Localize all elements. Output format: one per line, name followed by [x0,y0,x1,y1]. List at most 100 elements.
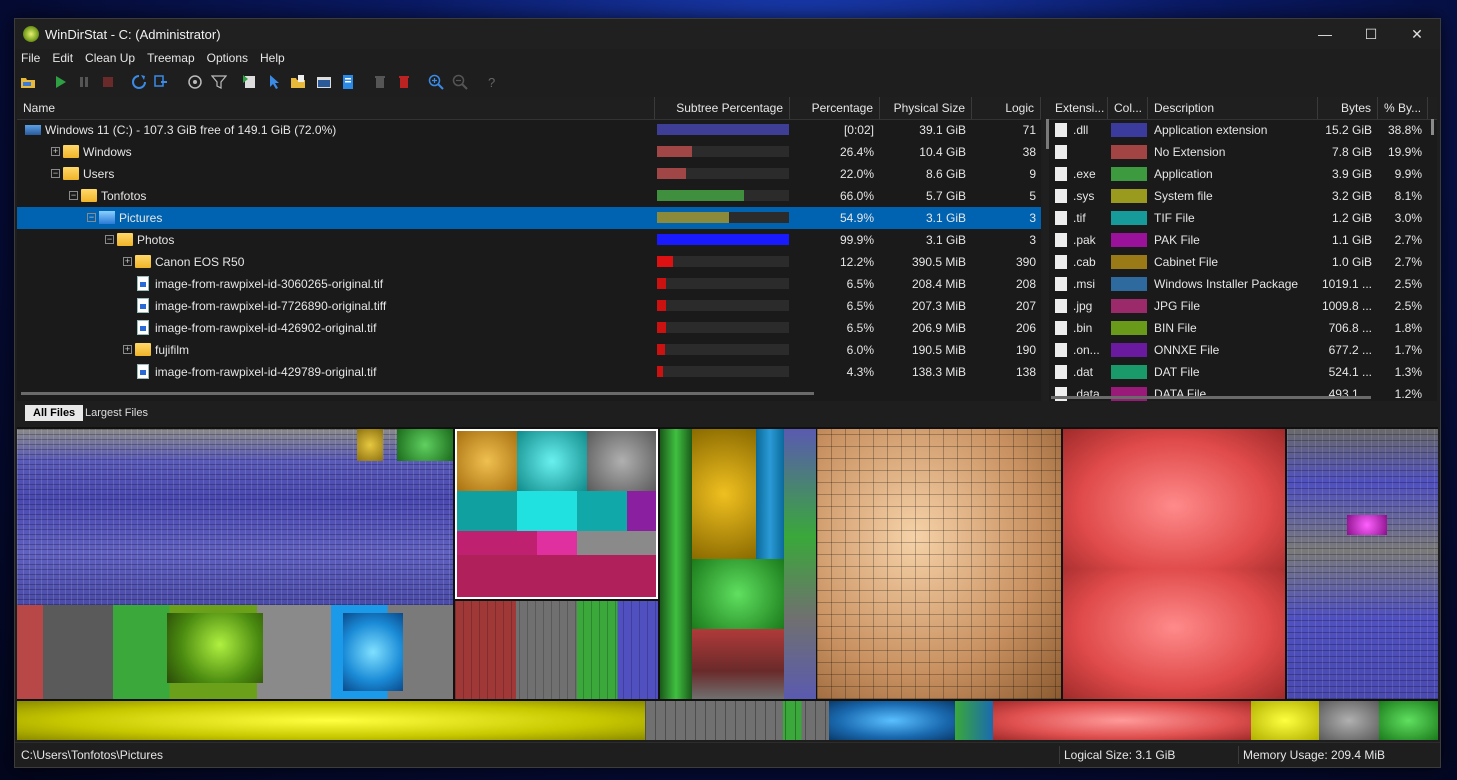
extension-row[interactable]: .exe Application 3.9 GiB 9.9% [1049,163,1429,185]
close-button[interactable]: ✕ [1394,19,1440,49]
expand-toggle-icon[interactable]: − [105,235,114,244]
explorer-icon[interactable] [290,74,306,90]
extension-row[interactable]: .msi Windows Installer Package 1019.1 ... 2… [1049,273,1429,295]
help-icon[interactable]: ? [484,74,500,90]
tree-row[interactable]: image-from-rawpixel-id-429789-original.t… [17,361,1041,383]
extension-row[interactable]: .dat DAT File 524.1 ... 1.3% [1049,361,1429,383]
title-bar[interactable]: WinDirStat - C: (Administrator) — ☐ ✕ [15,19,1440,49]
treemap-tile[interactable] [692,429,756,559]
treemap-block-beige-files[interactable] [817,429,1061,699]
treemap-tile[interactable] [397,429,453,461]
treemap-tile[interactable] [1063,569,1285,699]
delete-recycle-icon[interactable] [372,74,388,90]
column-name[interactable]: Name [17,97,655,119]
tree-row[interactable]: − Tonfotos 66.0% 5.7 GiB 5 [17,185,1041,207]
menu-help[interactable]: Help [254,49,291,65]
extension-row[interactable]: .on... ONNXE File 677.2 ... 1.7% [1049,339,1429,361]
column-subtree-percentage[interactable]: Subtree Percentage [655,97,790,119]
treemap-block-windows-system[interactable] [17,429,453,605]
extension-row[interactable]: .pak PAK File 1.1 GiB 2.7% [1049,229,1429,251]
extension-row[interactable]: .dll Application extension 15.2 GiB 38.8% [1049,119,1429,141]
extension-row[interactable]: .cab Cabinet File 1.0 GiB 2.7% [1049,251,1429,273]
treemap-tile[interactable] [829,701,955,740]
treemap-view[interactable] [17,427,1438,740]
treemap-tile[interactable] [993,701,1251,740]
treemap-block-right[interactable] [1287,429,1438,699]
expand-toggle-icon[interactable]: + [51,147,60,156]
open-icon[interactable] [20,74,36,90]
tree-row[interactable]: + fujifilm 6.0% 190.5 MiB 190 [17,339,1041,361]
column-color[interactable]: Col... [1108,97,1148,119]
treemap-block-no-extension[interactable] [1063,429,1285,569]
tab-largest-files[interactable]: Largest Files [77,405,156,421]
column-bytes[interactable]: Bytes [1318,97,1378,119]
extension-row[interactable]: .jpg JPG File 1009.8 ... 2.5% [1049,295,1429,317]
filter-icon[interactable] [211,74,227,90]
refresh-icon[interactable] [131,74,147,90]
treemap-tile[interactable] [784,429,816,699]
treemap-tile[interactable] [756,429,784,559]
tree-row[interactable]: − Photos 99.9% 3.1 GiB 3 [17,229,1041,251]
properties-icon[interactable] [340,74,356,90]
treemap-block-pictures-other[interactable] [455,601,658,699]
treemap-tile[interactable] [1347,515,1387,535]
menu-options[interactable]: Options [201,49,254,65]
select-icon[interactable] [266,74,282,90]
directory-tree[interactable]: Name Subtree Percentage Percentage Physi… [17,97,1041,401]
stop-icon[interactable] [100,74,116,90]
delete-icon[interactable] [396,74,412,90]
column-logical-size[interactable]: Logic [972,97,1041,119]
extension-row[interactable]: .sys System file 3.2 GiB 8.1% [1049,185,1429,207]
menu-edit[interactable]: Edit [46,49,79,65]
tree-row[interactable]: + Windows 26.4% 10.4 GiB 38 [17,141,1041,163]
zoom-out-icon[interactable] [452,74,468,90]
column-physical-size[interactable]: Physical Size [880,97,972,119]
treemap-tile[interactable] [660,429,692,699]
treemap-tile[interactable] [1379,701,1438,740]
tree-row[interactable]: image-from-rawpixel-id-426902-original.t… [17,317,1041,339]
treemap-tile[interactable] [343,613,403,691]
zoom-in-icon[interactable] [428,74,444,90]
extension-vertical-scrollbar[interactable] [1431,119,1434,135]
copy-path-icon[interactable] [242,74,258,90]
tree-row[interactable]: + Canon EOS R50 12.2% 390.5 MiB 390 [17,251,1041,273]
minimize-button[interactable]: — [1302,19,1348,49]
extension-row[interactable]: .bin BIN File 706.8 ... 1.8% [1049,317,1429,339]
treemap-tile[interactable] [1251,701,1319,740]
play-icon[interactable] [52,74,68,90]
maximize-button[interactable]: ☐ [1348,19,1394,49]
expand-toggle-icon[interactable]: + [123,257,132,266]
extension-list[interactable]: Extensi... Col... Description Bytes % By… [1049,97,1437,401]
tab-all-files[interactable]: All Files [25,405,84,421]
refresh-selected-icon[interactable] [153,74,169,90]
tree-row[interactable]: Windows 11 (C:) - 107.3 GiB free of 149.… [17,119,1041,141]
tree-row[interactable]: image-from-rawpixel-id-3060265-original.… [17,273,1041,295]
treemap-tile[interactable] [1319,701,1379,740]
tree-row[interactable]: image-from-rawpixel-id-7726890-original.… [17,295,1041,317]
treemap-tile[interactable] [692,629,784,699]
expand-toggle-icon[interactable]: − [51,169,60,178]
tree-horizontal-scrollbar[interactable] [17,387,1039,399]
expand-toggle-icon[interactable]: + [123,345,132,354]
treemap-tile[interactable] [167,613,263,683]
treemap-tile[interactable] [692,559,784,629]
column-percent-bytes[interactable]: % By... [1378,97,1428,119]
pause-icon[interactable] [76,74,92,90]
extension-row[interactable]: No Extension 7.8 GiB 19.9% [1049,141,1429,163]
tree-row[interactable]: − Pictures 54.9% 3.1 GiB 3 [17,207,1041,229]
cmd-icon[interactable] [316,74,332,90]
treemap-tile[interactable] [955,701,993,740]
column-percentage[interactable]: Percentage [790,97,880,119]
column-description[interactable]: Description [1148,97,1318,119]
menu-file[interactable]: File [15,49,46,65]
expand-toggle-icon[interactable]: − [87,213,96,222]
tree-row[interactable]: − Users 22.0% 8.6 GiB 9 [17,163,1041,185]
treemap-tile[interactable] [645,701,829,740]
zoom-icon[interactable] [187,74,203,90]
expand-toggle-icon[interactable]: − [69,191,78,200]
menu-cleanup[interactable]: Clean Up [79,49,141,65]
extension-horizontal-scrollbar[interactable] [1051,396,1371,399]
extension-row[interactable]: .tif TIF File 1.2 GiB 3.0% [1049,207,1429,229]
treemap-block-yellow[interactable] [17,701,645,740]
column-extension[interactable]: Extensi... [1049,97,1108,119]
